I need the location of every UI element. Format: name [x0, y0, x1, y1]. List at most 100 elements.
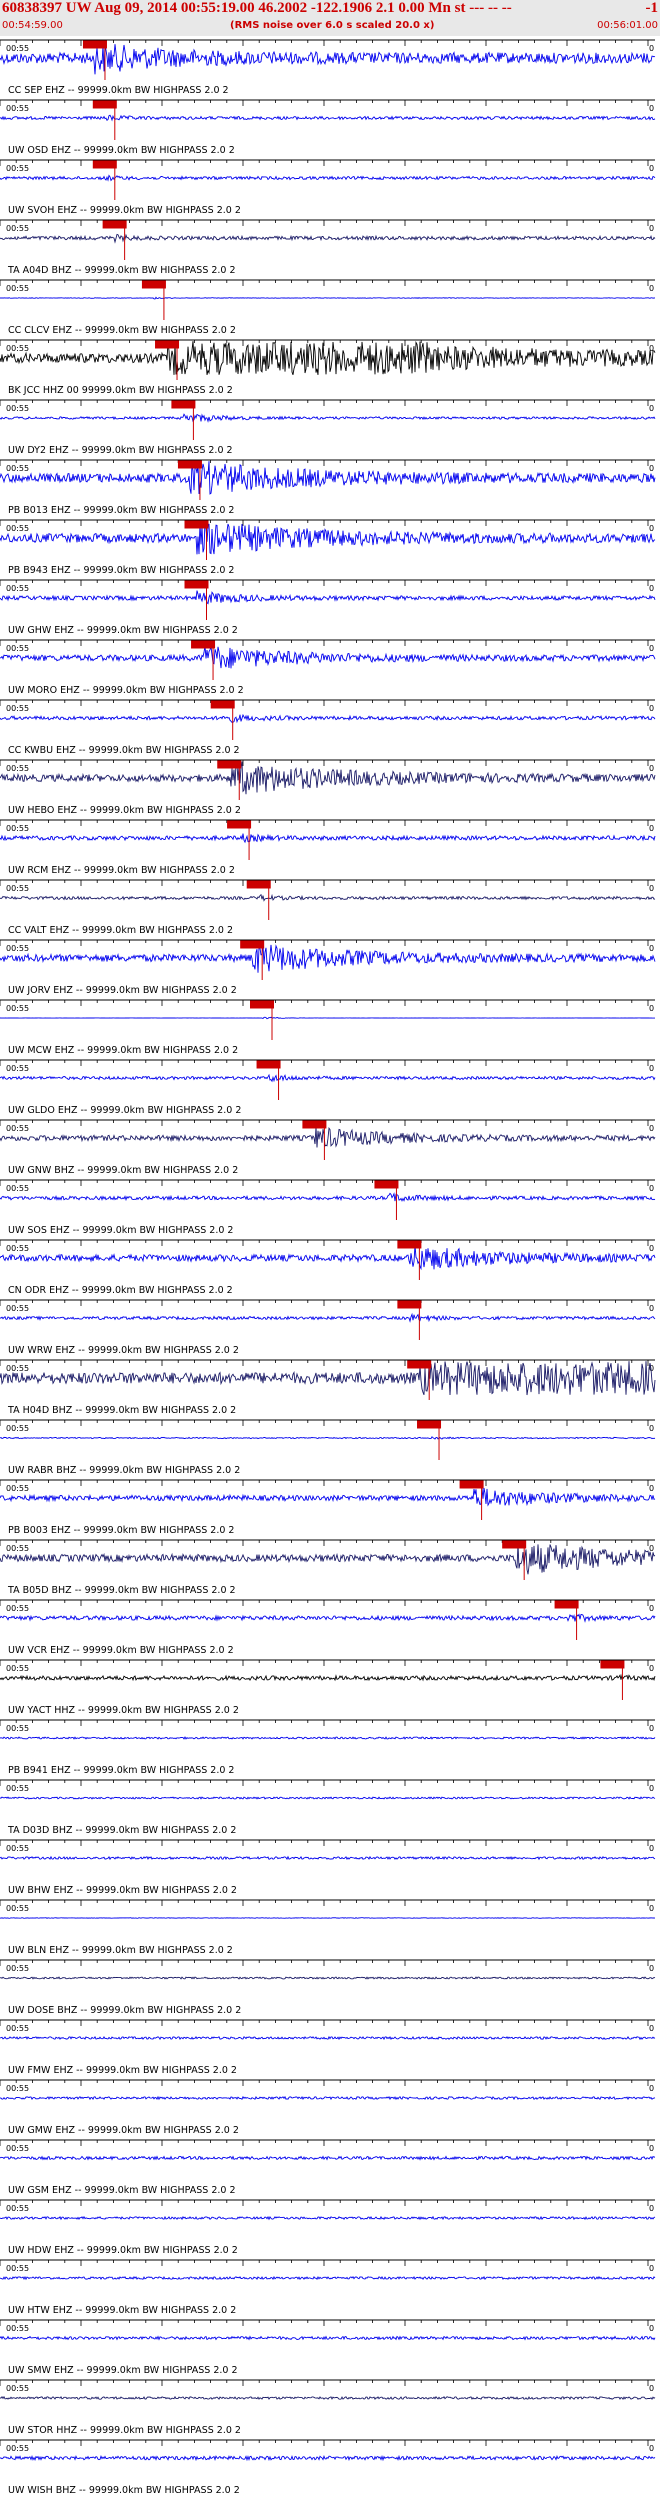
waveform-trace	[0, 1361, 656, 1396]
x-end-label: 0	[649, 2444, 654, 2453]
waveform-trace	[0, 2095, 656, 2101]
x-end-label: 0	[649, 1724, 654, 1733]
pick-marker	[184, 580, 209, 589]
x-end-label: 0	[649, 884, 654, 893]
station-label: CC SEP EHZ -- 99999.0km BW HIGHPASS 2.0 …	[8, 85, 229, 96]
station-label: UW YACT HHZ -- 99999.0km BW HIGHPASS 2.0…	[8, 1705, 239, 1716]
x-tick-label: 00:55	[6, 1664, 29, 1673]
station-label: UW GLDO EHZ -- 99999.0km BW HIGHPASS 2.0…	[8, 1105, 241, 1116]
station-label: CC KWBU EHZ -- 99999.0km BW HIGHPASS 2.0…	[8, 745, 240, 756]
x-end-label: 0	[649, 764, 654, 773]
x-end-label: 0	[649, 464, 654, 473]
pick-marker	[191, 640, 216, 649]
station-label: UW SOS EHZ -- 99999.0km BW HIGHPASS 2.0 …	[8, 1225, 233, 1236]
x-end-label: 0	[649, 524, 654, 533]
pick-marker	[82, 40, 107, 49]
x-tick-label: 00:55	[6, 1844, 29, 1853]
pick-marker	[417, 1420, 442, 1429]
pick-marker	[374, 1180, 399, 1189]
pick-marker	[397, 1300, 422, 1309]
waveform-trace	[0, 1487, 656, 1507]
x-end-label: 0	[649, 1064, 654, 1073]
x-tick-label: 00:55	[6, 2204, 29, 2213]
station-label: UW VCR EHZ -- 99999.0km BW HIGHPASS 2.0 …	[8, 1645, 234, 1656]
x-end-label: 0	[649, 2084, 654, 2093]
station-label: UW FMW EHZ -- 99999.0km BW HIGHPASS 2.0 …	[8, 2065, 237, 2076]
x-tick-label: 00:55	[6, 1364, 29, 1373]
station-label: UW SMW EHZ -- 99999.0km BW HIGHPASS 2.0 …	[8, 2365, 238, 2376]
pick-marker	[554, 1600, 579, 1609]
station-label: UW OSD EHZ -- 99999.0km BW HIGHPASS 2.0 …	[8, 145, 235, 156]
station-label: UW GNW BHZ -- 99999.0km BW HIGHPASS 2.0 …	[8, 1165, 238, 1176]
x-tick-label: 00:55	[6, 1304, 29, 1313]
x-tick-label: 00:55	[6, 464, 29, 473]
station-label: PB B943 EHZ -- 99999.0km BW HIGHPASS 2.0…	[8, 565, 234, 576]
x-end-label: 0	[649, 1004, 654, 1013]
x-tick-label: 00:55	[6, 164, 29, 173]
station-label: TA B05D BHZ -- 99999.0km BW HIGHPASS 2.0…	[7, 1585, 236, 1596]
pick-marker	[459, 1480, 484, 1489]
waveform-trace	[0, 1673, 656, 1682]
station-label: UW HDW EHZ -- 99999.0km BW HIGHPASS 2.0 …	[8, 2245, 238, 2256]
x-end-label: 0	[649, 1784, 654, 1793]
station-label: UW HTW EHZ -- 99999.0km BW HIGHPASS 2.0 …	[8, 2305, 236, 2316]
x-tick-label: 00:55	[6, 2024, 29, 2033]
station-label: UW DY2 EHZ -- 99999.0km BW HIGHPASS 2.0 …	[8, 445, 233, 456]
station-label: UW HEBO EHZ -- 99999.0km BW HIGHPASS 2.0…	[8, 805, 241, 816]
x-tick-label: 00:55	[6, 1784, 29, 1793]
pick-marker	[502, 1540, 527, 1549]
station-label: UW SVOH EHZ -- 99999.0km BW HIGHPASS 2.0…	[8, 205, 241, 216]
x-tick-label: 00:55	[6, 2144, 29, 2153]
x-tick-label: 00:55	[6, 284, 29, 293]
x-end-label: 0	[649, 1184, 654, 1193]
station-label: TA H04D BHZ -- 99999.0km BW HIGHPASS 2.0…	[7, 1405, 236, 1416]
x-end-label: 0	[649, 1124, 654, 1133]
x-end-label: 0	[649, 1244, 654, 1253]
x-end-label: 0	[649, 1304, 654, 1313]
pick-marker	[102, 220, 127, 229]
x-end-label: 0	[649, 44, 654, 53]
station-label: UW MORO EHZ -- 99999.0km BW HIGHPASS 2.0…	[8, 685, 244, 696]
x-tick-label: 00:55	[6, 1244, 29, 1253]
pick-marker	[397, 1240, 422, 1249]
x-tick-label: 00:55	[6, 1424, 29, 1433]
station-label: UW BLN EHZ -- 99999.0km BW HIGHPASS 2.0 …	[8, 1945, 233, 1956]
header-bar: 60838397 UW Aug 09, 2014 00:55:19.00 46.…	[0, 0, 660, 36]
waveform-trace	[0, 2035, 656, 2041]
pick-marker	[177, 460, 202, 469]
station-label: UW GHW EHZ -- 99999.0km BW HIGHPASS 2.0 …	[8, 625, 238, 636]
station-label: CC CLCV EHZ -- 99999.0km BW HIGHPASS 2.0…	[8, 325, 236, 336]
x-tick-label: 00:55	[6, 1904, 29, 1913]
x-end-label: 0	[649, 2204, 654, 2213]
waveform-trace	[0, 645, 656, 669]
pick-marker	[302, 1120, 327, 1129]
station-label: UW RABR BHZ -- 99999.0km BW HIGHPASS 2.0…	[8, 1465, 240, 1476]
header-right-marker: -1	[645, 0, 659, 16]
x-end-label: 0	[649, 1604, 654, 1613]
x-tick-label: 00:55	[6, 2384, 29, 2393]
x-tick-label: 00:55	[6, 2324, 29, 2333]
x-end-label: 0	[649, 1964, 654, 1973]
x-tick-label: 00:55	[6, 1064, 29, 1073]
waveform-trace	[0, 1016, 655, 1020]
waveform-trace	[0, 590, 656, 605]
waveform-trace	[0, 521, 656, 555]
x-end-label: 0	[649, 404, 654, 413]
waveform-trace	[0, 2155, 656, 2161]
station-label: PB B941 EHZ -- 99999.0km BW HIGHPASS 2.0…	[8, 1765, 234, 1776]
station-label: UW RCM EHZ -- 99999.0km BW HIGHPASS 2.0 …	[8, 865, 235, 876]
waveform-trace	[0, 44, 656, 75]
x-tick-label: 00:55	[6, 44, 29, 53]
station-label: UW DOSE BHZ -- 99999.0km BW HIGHPASS 2.0…	[8, 2005, 241, 2016]
x-tick-label: 00:55	[6, 404, 29, 413]
pick-marker	[171, 400, 196, 409]
pick-marker	[184, 520, 209, 529]
waveform-trace	[0, 1244, 656, 1271]
x-end-label: 0	[649, 1904, 654, 1913]
pick-marker	[217, 760, 242, 769]
x-tick-label: 00:55	[6, 1484, 29, 1493]
waveform-trace	[0, 1312, 656, 1323]
waveform-trace	[0, 1436, 656, 1440]
x-tick-label: 00:55	[6, 224, 29, 233]
waveform-trace	[0, 2335, 656, 2341]
